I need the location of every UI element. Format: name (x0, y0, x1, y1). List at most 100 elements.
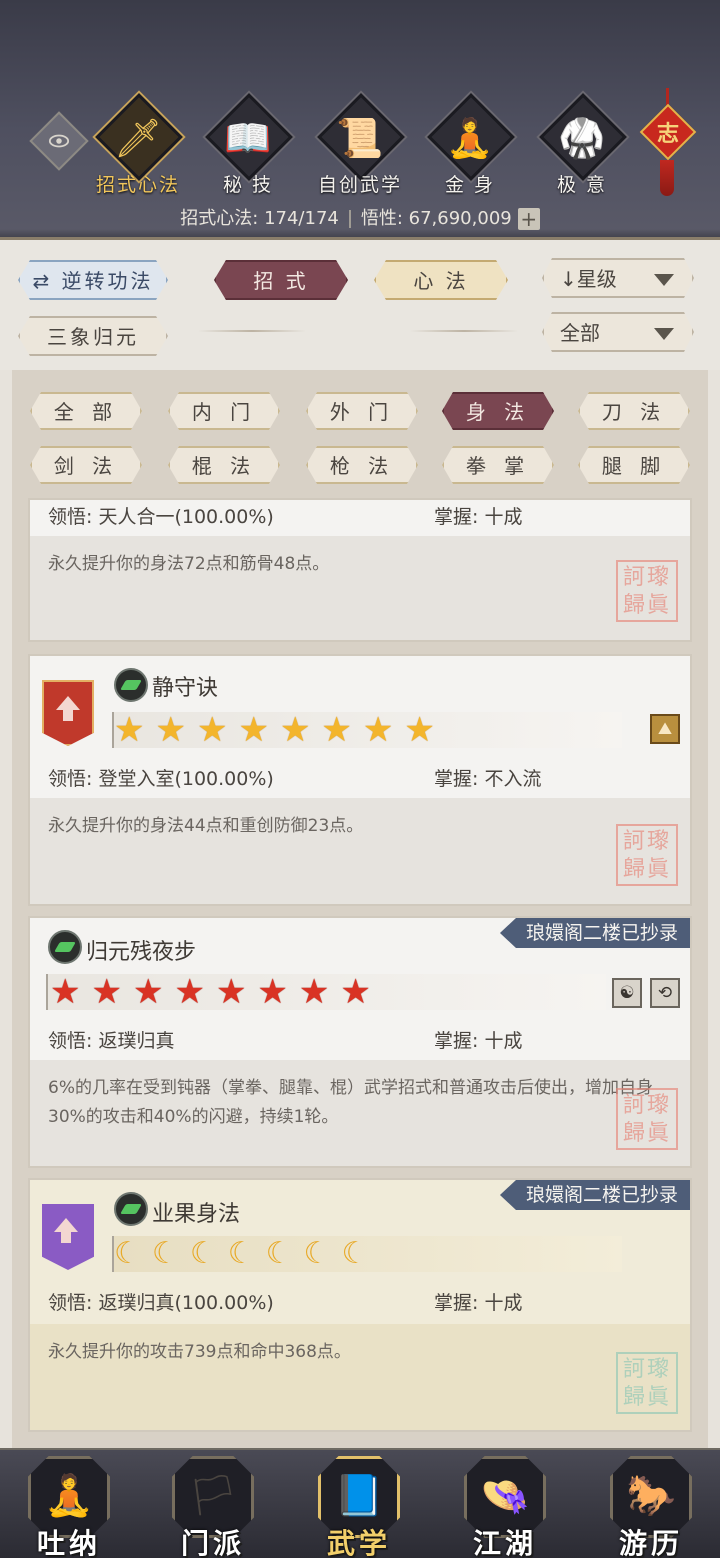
sanxiang-button[interactable]: 三象归元 (18, 316, 168, 356)
moon-icon: ☾ (303, 1236, 331, 1271)
moves-count: 174/174 (264, 208, 339, 229)
tab-ultimate[interactable]: 🥋 极 意 (532, 93, 632, 198)
skill-description: 永久提升你的攻击739点和命中368点。 (48, 1342, 351, 1362)
mastery-text: 掌握: 十成 (434, 506, 523, 528)
skill-name: 静守诀 (152, 676, 219, 701)
knot-char: 志 (656, 122, 679, 147)
tab-moves-mind[interactable]: 🗡 招式心法 (88, 93, 188, 198)
nav-label: 吐纳 (36, 1527, 101, 1558)
nav-label: 江湖 (472, 1527, 537, 1558)
nav-label: 游历 (618, 1527, 683, 1558)
mountain-icon[interactable]: ⛰ (650, 714, 680, 744)
top-header: 🗡 招式心法 📖 秘 技 📜 自创武学 🧘 金 身 🥋 极 意 志 招式心法: … (0, 0, 720, 240)
skill-list-panel[interactable]: 全 部 内 门 外 门 身 法 刀 法 剑 法 棍 法 枪 法 拳 掌 腿 脚 … (12, 370, 708, 1448)
moon-icon: ☾ (341, 1236, 369, 1271)
chevron-down-icon (654, 328, 674, 340)
moon-icon: ☾ (189, 1236, 217, 1271)
tab-label: 金 身 (444, 174, 496, 196)
seal-stamp-icon: 訶瓈 歸眞 (616, 1088, 678, 1150)
nav-martial-arts[interactable]: 📘 武学 (304, 1450, 414, 1558)
skill-card[interactable]: 琅嬛阁二楼已抄录 归元残夜步 ★ ★ ★ ★ ★ ★ ★ ★ ☯ ⟲ 领悟: 返璞归真 掌握:… (28, 916, 692, 1168)
mastery-text: 掌握: 十成 (434, 1030, 523, 1052)
tab-label: 极 意 (556, 174, 608, 196)
skill-description: 永久提升你的身法72点和筋骨48点。 (48, 554, 330, 574)
nav-label: 门派 (180, 1527, 245, 1558)
meditation-icon: 🧘 (446, 116, 494, 160)
gold-star-icon: ★ (114, 710, 145, 750)
movement-skill-icon (114, 668, 148, 702)
gold-star-icon: ★ (279, 710, 311, 750)
comprehension-value: 67,690,009 (408, 208, 512, 229)
category-all[interactable]: 全 部 (30, 392, 142, 430)
tassel-icon (660, 160, 674, 196)
scope-dropdown[interactable]: 全部 (542, 312, 694, 352)
tab-self-created[interactable]: 📜 自创武学 (310, 93, 410, 198)
reverse-technique-button[interactable]: ⇄ 逆转功法 (18, 260, 168, 300)
skill-description: 永久提升你的身法44点和重创防御23点。 (48, 816, 364, 836)
category-internal[interactable]: 内 门 (168, 392, 280, 430)
nav-travel[interactable]: 🐎 游历 (596, 1450, 706, 1558)
category-blade[interactable]: 刀 法 (578, 392, 690, 430)
moon-icon: ☾ (265, 1236, 293, 1271)
nav-sect[interactable]: 🏳 门派 (158, 1450, 268, 1558)
rank-banner-icon (42, 680, 94, 746)
red-star-icon: ★ (174, 972, 205, 1012)
moon-icon: ☾ (227, 1236, 255, 1271)
visibility-toggle-button[interactable] (29, 111, 89, 171)
movement-skill-icon (114, 1192, 148, 1226)
category-spear[interactable]: 枪 法 (306, 446, 418, 484)
tab-golden-body[interactable]: 🧘 金 身 (420, 93, 520, 198)
comprehension-text: 领悟: 返璞归真 (48, 1030, 175, 1052)
moon-rating: ☾ ☾ ☾ ☾ ☾ ☾ ☾ (114, 1236, 368, 1272)
red-star-icon: ★ (132, 972, 164, 1012)
star-rating: ★ ★ ★ ★ ★ ★ ★ ★ (114, 712, 435, 748)
add-comprehension-button[interactable]: + (517, 208, 540, 230)
scroll-icon: 📜 (336, 116, 384, 160)
red-star-icon: ★ (91, 972, 122, 1012)
comprehension-text: 领悟: 天人合一(100.00%) (48, 506, 274, 528)
chevron-down-icon (654, 274, 674, 286)
tab-label: 招式心法 (95, 174, 180, 196)
swirl-icon[interactable]: ☯ (612, 978, 642, 1008)
manual-book-icon: 📘 (334, 1473, 384, 1519)
sort-dropdown[interactable]: ↓星级 (542, 258, 694, 298)
moon-icon: ☾ (114, 1236, 141, 1271)
tab-mind-methods[interactable]: 心 法 (374, 260, 508, 300)
red-star-icon: ★ (215, 972, 247, 1012)
reverse-icon[interactable]: ⟲ (650, 978, 680, 1008)
nav-label: 武学 (326, 1527, 391, 1558)
gold-star-icon: ★ (238, 710, 269, 750)
red-star-icon: ★ (298, 972, 330, 1012)
tab-secret-skills[interactable]: 📖 秘 技 (198, 93, 298, 198)
monk-icon: 🧘 (44, 1473, 94, 1519)
nav-breathing[interactable]: 🧘 吐纳 (14, 1450, 124, 1558)
skill-card[interactable]: 琅嬛阁二楼已抄录 业果身法 ☾ ☾ ☾ ☾ ☾ ☾ ☾ 领悟: 返璞归真(100.00%) … (28, 1178, 692, 1432)
ambition-knot-button[interactable]: 志 (639, 88, 697, 198)
category-external[interactable]: 外 门 (306, 392, 418, 430)
sword-icon: 🗡 (113, 116, 163, 160)
category-staff[interactable]: 棍 法 (168, 446, 280, 484)
skill-description: 6%的几率在受到钝器（掌拳、腿靠、棍）武学招式和普通攻击后使出，增加自身30%的… (48, 1078, 653, 1127)
eye-icon (48, 134, 70, 148)
category-sword[interactable]: 剑 法 (30, 446, 142, 484)
nav-jianghu[interactable]: 👒 江湖 (450, 1450, 560, 1558)
tab-moves[interactable]: 招 式 (214, 260, 348, 300)
movement-skill-icon (48, 930, 82, 964)
copied-tag: 琅嬛阁二楼已抄录 (499, 918, 690, 948)
stats-line: 招式心法: 174/174 悟性: 67,690,009 + (0, 204, 720, 230)
category-fist[interactable]: 拳 掌 (442, 446, 554, 484)
mastery-text: 掌握: 十成 (434, 1292, 523, 1314)
skill-name: 归元残夜步 (86, 940, 197, 965)
horse-icon: 🐎 (626, 1473, 676, 1519)
gold-star-icon: ★ (155, 710, 186, 750)
red-star-icon: ★ (257, 972, 288, 1012)
red-star-icon: ★ (50, 972, 81, 1012)
category-kick[interactable]: 腿 脚 (578, 446, 690, 484)
book-icon: 📖 (224, 116, 272, 160)
skill-card[interactable]: 静守诀 ★ ★ ★ ★ ★ ★ ★ ★ ⛰ 领悟: 登堂入室(100.00%) 掌握: 不入流… (28, 654, 692, 906)
seal-stamp-icon: 訶瓈 歸眞 (616, 560, 678, 622)
bottom-nav: 🧘 吐纳 🏳 门派 📘 武学 👒 江湖 🐎 游历 (0, 1448, 720, 1558)
skill-card[interactable]: 领悟: 天人合一(100.00%) 掌握: 十成 永久提升你的身法72点和筋骨4… (28, 498, 692, 642)
category-movement[interactable]: 身 法 (442, 392, 554, 430)
gold-star-icon: ★ (404, 710, 435, 750)
